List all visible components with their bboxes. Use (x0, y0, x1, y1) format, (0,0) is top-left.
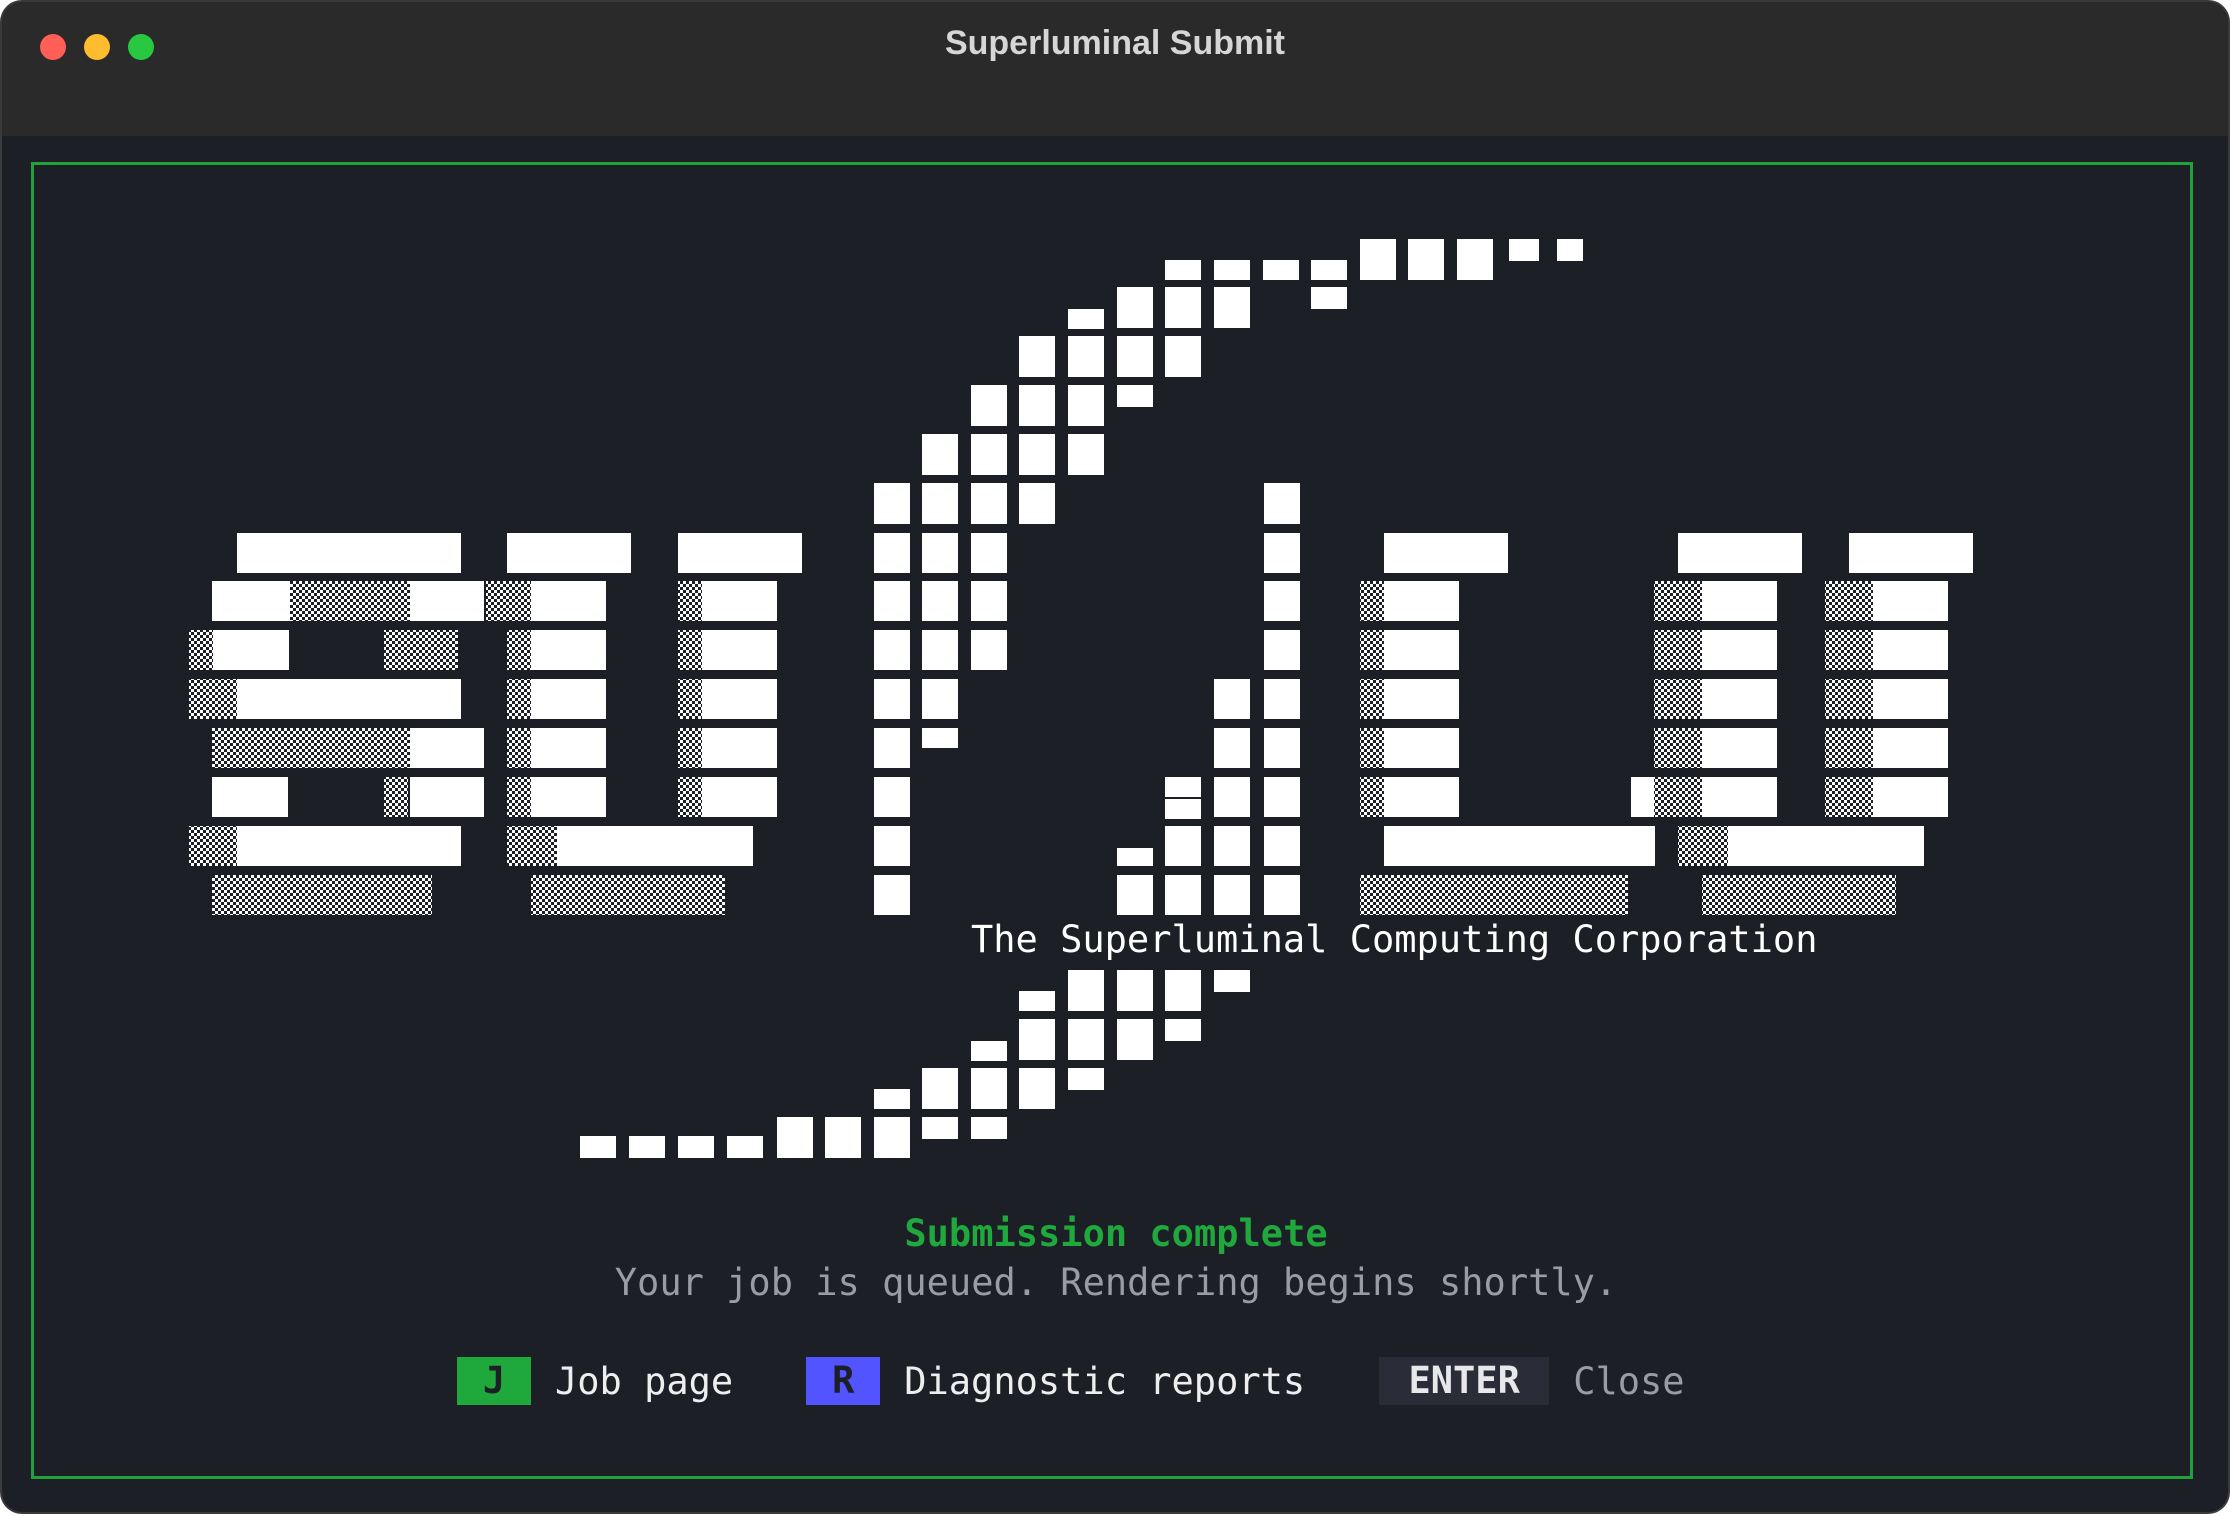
submission-status-title: Submission complete (904, 1212, 1328, 1255)
title-bar: Superluminal Submit (2, 2, 2228, 136)
submission-status-message: Your job is queued. Rendering begins sho… (614, 1261, 1618, 1304)
enter-key[interactable]: ENTER (1379, 1357, 1550, 1405)
company-tagline: The Superluminal Computing Corporation (971, 918, 1818, 961)
job-page-key[interactable]: J (457, 1357, 531, 1405)
window-title: Superluminal Submit (944, 24, 1286, 62)
diagnostic-reports-label[interactable]: Diagnostic reports (904, 1360, 1305, 1403)
app-window: Superluminal Submit The Superluminal Com… (2, 2, 2228, 1512)
diagnostic-reports-key[interactable]: R (806, 1357, 881, 1405)
action-bar: J Job page R Diagnostic reports ENTER Cl… (457, 1357, 1685, 1405)
job-page-label[interactable]: Job page (555, 1360, 733, 1403)
close-label[interactable]: Close (1573, 1360, 1684, 1403)
